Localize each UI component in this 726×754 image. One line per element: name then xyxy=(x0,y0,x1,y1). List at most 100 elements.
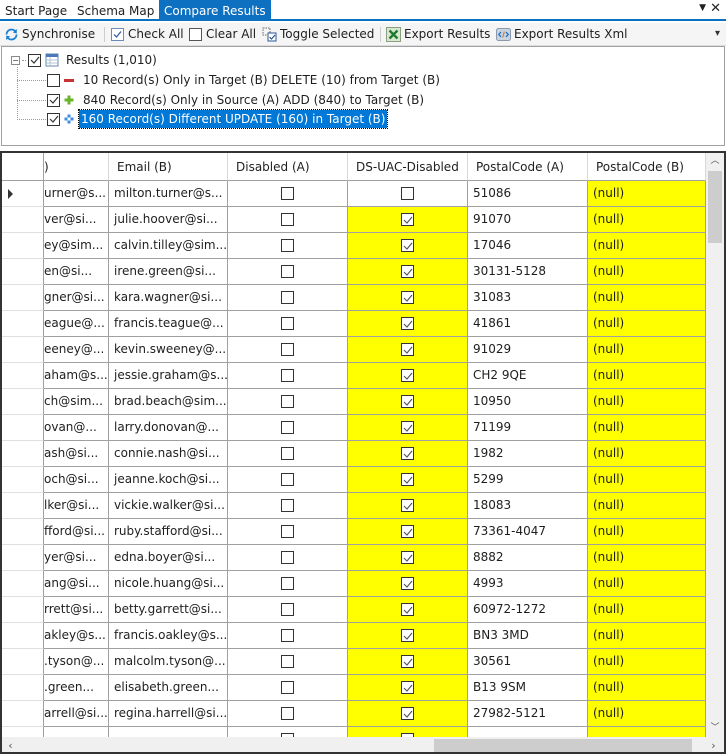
table-row[interactable]: yer@si... edna.boyer@si... 8882 (null) xyxy=(2,545,706,571)
table-row[interactable]: ash@si... connie.nash@si... 1982 (null) xyxy=(2,441,706,467)
cell-disabled-a[interactable] xyxy=(228,285,348,311)
cell-email-b[interactable]: jessie.graham@s... xyxy=(109,363,228,389)
cell-postalcode-b[interactable]: (null) xyxy=(588,285,706,311)
cell-postalcode-b[interactable]: (null) xyxy=(588,337,706,363)
cell-ds-uac-disabled[interactable] xyxy=(348,259,468,285)
cell-disabled-a[interactable] xyxy=(228,597,348,623)
cell-postalcode-b[interactable]: (null) xyxy=(588,181,706,207)
cell-postalcode-a[interactable]: 27982-5121 xyxy=(468,701,588,727)
cell-email-a[interactable]: fford@si... xyxy=(44,519,109,545)
table-row[interactable]: .green... elisabeth.green... B13 9SM (null) xyxy=(2,675,706,701)
column-header-postalcode-a[interactable]: PostalCode (A) xyxy=(468,153,588,181)
checkbox-disabled-a[interactable] xyxy=(281,499,294,512)
cell-postalcode-b[interactable]: (null) xyxy=(588,545,706,571)
cell-postalcode-b[interactable]: (null) xyxy=(588,311,706,337)
column-header-email-a[interactable]: ) xyxy=(44,153,109,181)
row-header[interactable] xyxy=(2,493,44,519)
cell-postalcode-b[interactable] xyxy=(588,727,706,737)
cell-email-b[interactable]: ruby.stafford@si... xyxy=(109,519,228,545)
row-header[interactable] xyxy=(2,649,44,675)
checkbox-ds-uac-disabled[interactable] xyxy=(401,369,414,382)
cell-disabled-a[interactable] xyxy=(228,181,348,207)
cell-email-b[interactable]: jeanne.koch@si... xyxy=(109,467,228,493)
table-row[interactable]: eague@... francis.teague@... 41861 (null) xyxy=(2,311,706,337)
cell-ds-uac-disabled[interactable] xyxy=(348,649,468,675)
cell-postalcode-a[interactable]: 73361-4047 xyxy=(468,519,588,545)
table-row[interactable]: ovan@... larry.donovan@... 71199 (null) xyxy=(2,415,706,441)
synchronise-button[interactable]: Synchronise xyxy=(4,25,95,44)
checkbox-disabled-a[interactable] xyxy=(281,421,294,434)
checkbox-ds-uac-disabled[interactable] xyxy=(401,213,414,226)
cell-email-b[interactable] xyxy=(109,727,228,737)
cell-postalcode-a[interactable]: B13 9SM xyxy=(468,675,588,701)
column-header-disabled-a[interactable]: Disabled (A) xyxy=(228,153,348,181)
checkbox-disabled-a[interactable] xyxy=(281,525,294,538)
cell-ds-uac-disabled[interactable] xyxy=(348,675,468,701)
cell-email-b[interactable]: edna.boyer@si... xyxy=(109,545,228,571)
cell-postalcode-a[interactable]: 41861 xyxy=(468,311,588,337)
cell-email-b[interactable]: julie.hoover@si... xyxy=(109,207,228,233)
cell-email-a[interactable]: ver@si... xyxy=(44,207,109,233)
cell-email-b[interactable]: brad.beach@sim... xyxy=(109,389,228,415)
cell-postalcode-b[interactable]: (null) xyxy=(588,649,706,675)
cell-disabled-a[interactable] xyxy=(228,467,348,493)
cell-postalcode-b[interactable]: (null) xyxy=(588,675,706,701)
cell-postalcode-b[interactable]: (null) xyxy=(588,467,706,493)
cell-postalcode-a[interactable]: 10950 xyxy=(468,389,588,415)
cell-postalcode-b[interactable]: (null) xyxy=(588,363,706,389)
cell-ds-uac-disabled[interactable] xyxy=(348,493,468,519)
tree-checkbox-add[interactable] xyxy=(47,93,60,107)
cell-ds-uac-disabled[interactable] xyxy=(348,207,468,233)
checkbox-disabled-a[interactable] xyxy=(281,473,294,486)
checkbox-ds-uac-disabled[interactable] xyxy=(401,395,414,408)
table-row[interactable]: gner@si... kara.wagner@si... 31083 (null) xyxy=(2,285,706,311)
checkbox-disabled-a[interactable] xyxy=(281,447,294,460)
checkbox-disabled-a[interactable] xyxy=(281,213,294,226)
tree-label-update[interactable]: 160 Record(s) Different UPDATE (160) in … xyxy=(77,109,389,129)
row-header[interactable] xyxy=(2,727,44,737)
cell-email-a[interactable]: ang@si... xyxy=(44,571,109,597)
cell-email-b[interactable]: betty.garrett@si... xyxy=(109,597,228,623)
cell-ds-uac-disabled[interactable] xyxy=(348,571,468,597)
cell-disabled-a[interactable] xyxy=(228,623,348,649)
cell-disabled-a[interactable] xyxy=(228,493,348,519)
vertical-scroll-thumb[interactable] xyxy=(708,171,722,243)
tab-schema-map[interactable]: Schema Map xyxy=(72,2,159,21)
checkbox-ds-uac-disabled[interactable] xyxy=(401,577,414,590)
cell-email-a[interactable]: eague@... xyxy=(44,311,109,337)
table-row[interactable]: ver@si... julie.hoover@si... 91070 (null) xyxy=(2,207,706,233)
table-row[interactable]: eeney@... kevin.sweeney@... 91029 (null) xyxy=(2,337,706,363)
cell-postalcode-a[interactable]: 91070 xyxy=(468,207,588,233)
cell-ds-uac-disabled[interactable] xyxy=(348,337,468,363)
checkbox-disabled-a[interactable] xyxy=(281,577,294,590)
checkbox-disabled-a[interactable] xyxy=(281,395,294,408)
cell-ds-uac-disabled[interactable] xyxy=(348,623,468,649)
cell-email-b[interactable]: nicole.huang@si... xyxy=(109,571,228,597)
close-icon[interactable]: ✕ xyxy=(710,1,721,16)
cell-ds-uac-disabled[interactable] xyxy=(348,545,468,571)
clear-all-button[interactable]: Clear All xyxy=(188,25,256,44)
cell-disabled-a[interactable] xyxy=(228,259,348,285)
cell-email-b[interactable]: milton.turner@s... xyxy=(109,181,228,207)
tree-label-delete[interactable]: 10 Record(s) Only in Target (B) DELETE (… xyxy=(81,71,442,89)
cell-disabled-a[interactable] xyxy=(228,571,348,597)
horizontal-scrollbar[interactable]: ‹ › xyxy=(2,737,724,752)
tab-start-page[interactable]: Start Page xyxy=(0,2,72,21)
cell-email-a[interactable] xyxy=(44,727,109,737)
cell-ds-uac-disabled[interactable] xyxy=(348,441,468,467)
toolbar-overflow-icon[interactable]: ▾ xyxy=(715,28,720,39)
table-row[interactable]: lker@si... vickie.walker@si... 18083 (null) xyxy=(2,493,706,519)
cell-email-a[interactable]: akley@s... xyxy=(44,623,109,649)
row-header[interactable] xyxy=(2,675,44,701)
cell-ds-uac-disabled[interactable] xyxy=(348,181,468,207)
cell-disabled-a[interactable] xyxy=(228,337,348,363)
cell-disabled-a[interactable] xyxy=(228,701,348,727)
checkbox-ds-uac-disabled[interactable] xyxy=(401,629,414,642)
cell-ds-uac-disabled[interactable] xyxy=(348,727,468,737)
table-row[interactable]: ch@sim... brad.beach@sim... 10950 (null) xyxy=(2,389,706,415)
cell-postalcode-a[interactable]: 30131-5128 xyxy=(468,259,588,285)
checkbox-ds-uac-disabled[interactable] xyxy=(401,239,414,252)
cell-disabled-a[interactable] xyxy=(228,363,348,389)
cell-email-a[interactable]: ey@sim... xyxy=(44,233,109,259)
toggle-selected-button[interactable]: Toggle Selected xyxy=(262,25,374,44)
